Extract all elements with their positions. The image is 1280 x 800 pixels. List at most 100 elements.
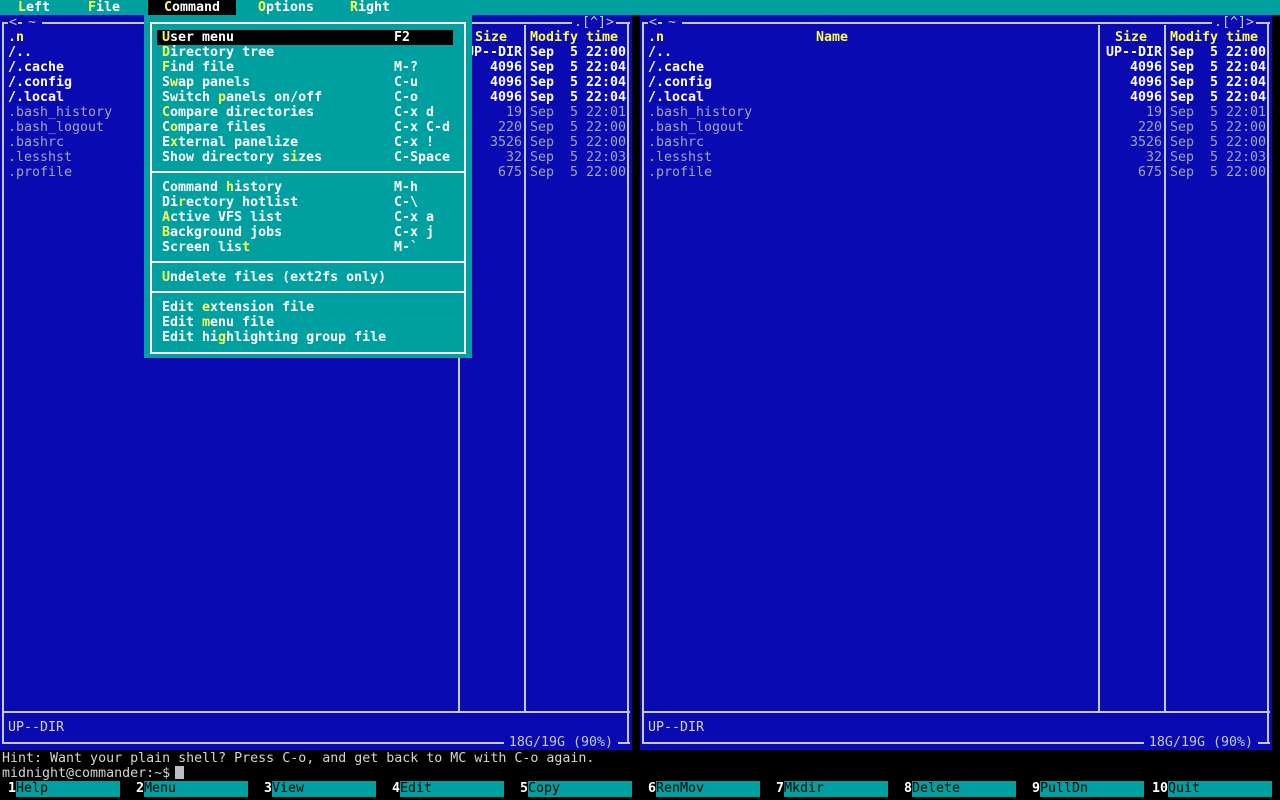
file-mtime: Sep 5 22:04 <box>1170 75 1266 90</box>
menu-item-directory-tree[interactable]: Directory tree <box>150 45 466 60</box>
hotkey-letter: w <box>170 75 178 90</box>
label-text: ternal panelize <box>178 135 298 150</box>
file-row[interactable]: /.cache4096Sep 5 22:04 <box>640 60 1272 75</box>
menubar-item-options[interactable]: Options <box>242 0 330 15</box>
column-header-mtime[interactable]: Modify time <box>1170 30 1258 45</box>
hotkey-letter: e <box>202 300 210 315</box>
menu-item-shortcut: C-o <box>394 90 418 105</box>
file-row[interactable]: .bash_history19Sep 5 22:01 <box>640 105 1272 120</box>
menu-item-show-directory-sizes[interactable]: Show directory sizesC-Space <box>150 150 466 165</box>
label-text: Show directory s <box>162 150 290 165</box>
file-name: /.. <box>648 45 672 60</box>
fkey-edit[interactable]: 4Edit <box>384 781 512 797</box>
hotkey-letter: O <box>258 0 266 15</box>
file-mtime: Sep 5 22:04 <box>530 75 626 90</box>
label-text: mpare files <box>178 120 266 135</box>
menu-item-command-history[interactable]: Command historyM-h <box>150 180 466 195</box>
file-row[interactable]: /..UP--DIRSep 5 22:00 <box>640 45 1272 60</box>
file-row[interactable]: .lesshst32Sep 5 22:03 <box>640 150 1272 165</box>
menu-item-label: Command history <box>162 180 282 195</box>
menu-item-screen-list[interactable]: Screen listM-` <box>150 240 466 255</box>
hotkey-letter: m <box>202 315 210 330</box>
column-header-size[interactable]: Size <box>1100 30 1162 45</box>
label-text: Command <box>162 180 226 195</box>
label-text: ompare directories <box>170 105 314 120</box>
panel-path: ~ <box>22 15 42 30</box>
menu-separator <box>150 255 466 270</box>
fkey-help[interactable]: 1Help <box>0 781 128 797</box>
free-space-label: 18G/19G (90%) <box>504 736 618 750</box>
menubar-item-file[interactable]: File <box>72 0 136 15</box>
menu-item-external-panelize[interactable]: External panelizeC-x ! <box>150 135 466 150</box>
label-text: zes <box>298 150 322 165</box>
file-size: 4096 <box>1100 75 1162 90</box>
file-mtime: Sep 5 22:00 <box>1170 165 1266 180</box>
menu-item-edit-highlighting-group-file[interactable]: Edit highlighting group file <box>150 330 466 345</box>
fkey-number: 5 <box>512 781 528 797</box>
fkey-delete[interactable]: 8Delete <box>896 781 1024 797</box>
menu-item-switch-panels-on-off[interactable]: Switch panels on/offC-o <box>150 90 466 105</box>
file-row[interactable]: .bashrc3526Sep 5 22:00 <box>640 135 1272 150</box>
shell-command-line[interactable]: midnight@commander:~$ <box>2 766 184 781</box>
menu-item-shortcut: C-x ! <box>394 135 434 150</box>
menubar-item-left[interactable]: Left <box>2 0 66 15</box>
cd-up-icon[interactable]: .[^]> <box>1212 15 1256 30</box>
file-row[interactable]: /.local4096Sep 5 22:04 <box>640 90 1272 105</box>
fkey-renmov[interactable]: 6RenMov <box>640 781 768 797</box>
menu-item-directory-hotlist[interactable]: Directory hotlistC-\ <box>150 195 466 210</box>
file-name: .bash_logout <box>8 120 104 135</box>
menu-item-compare-directories[interactable]: Compare directoriesC-x d <box>150 105 466 120</box>
file-name: .lesshst <box>648 150 712 165</box>
menu-item-edit-menu-file[interactable]: Edit menu file <box>150 315 466 330</box>
hotkey-letter: U <box>162 30 170 45</box>
menu-item-edit-extension-file[interactable]: Edit extension file <box>150 300 466 315</box>
fkey-copy[interactable]: 5Copy <box>512 781 640 797</box>
menu-bar: Left File Command Options Right <box>0 0 1280 15</box>
column-header-name[interactable]: Name <box>816 30 848 45</box>
fkey-view[interactable]: 3View <box>256 781 384 797</box>
menu-item-compare-files[interactable]: Compare filesC-x C-d <box>150 120 466 135</box>
menubar-item-command[interactable]: Command <box>148 0 236 15</box>
hotkey-letter: A <box>162 210 170 225</box>
cd-up-icon[interactable]: .[^]> <box>572 15 616 30</box>
file-row[interactable]: /.config 4096 Sep 5 22:04 <box>640 75 1272 90</box>
menu-item-label: Edit menu file <box>162 315 274 330</box>
file-size: 19 <box>1100 105 1162 120</box>
file-name: .bashrc <box>8 135 64 150</box>
menu-item-user-menu[interactable]: User menuF2 <box>150 30 466 45</box>
fkey-menu[interactable]: 2Menu <box>128 781 256 797</box>
menu-item-undelete-files-ext2fs-only[interactable]: Undelete files (ext2fs only) <box>150 270 466 285</box>
file-mtime: Sep 5 22:04 <box>530 90 626 105</box>
menu-item-swap-panels[interactable]: Swap panelsC-u <box>150 75 466 90</box>
hotkey-letter: U <box>162 270 170 285</box>
fkey-mkdir[interactable]: 7Mkdir <box>768 781 896 797</box>
file-mtime: Sep 5 22:04 <box>1170 90 1266 105</box>
file-size: UP--DIR <box>1100 45 1162 60</box>
file-name: .bash_logout <box>648 120 744 135</box>
file-mtime: Sep 5 22:04 <box>1170 60 1266 75</box>
file-row[interactable]: .profile675Sep 5 22:00 <box>640 165 1272 180</box>
label-text: ndelete files (ext2fs only) <box>170 270 386 285</box>
column-header-mtime[interactable]: Modify time <box>530 30 618 45</box>
mc-screen: LeftFileCommandOptionsRight < ~ .[^]> .n… <box>0 0 1280 800</box>
menubar-item-right[interactable]: Right <box>334 0 406 15</box>
file-name: .profile <box>648 165 712 180</box>
label-text: ight <box>358 0 390 15</box>
menu-item-find-file[interactable]: Find fileM-? <box>150 60 466 75</box>
menu-item-active-vfs-list[interactable]: Active VFS listC-x a <box>150 210 466 225</box>
hotkey-letter: D <box>162 45 170 60</box>
history-back-icon[interactable]: < <box>8 15 18 30</box>
file-row[interactable]: .bash_logout220Sep 5 22:00 <box>640 120 1272 135</box>
label-text: Edit hi <box>162 330 218 345</box>
history-back-icon[interactable]: < <box>648 15 658 30</box>
menu-separator <box>150 165 466 180</box>
file-name: /.cache <box>648 60 704 75</box>
menu-item-label: User menu <box>162 30 234 45</box>
fkey-label: View <box>272 781 376 797</box>
label-text: ptions <box>266 0 314 15</box>
menu-separator <box>150 285 466 300</box>
fkey-quit[interactable]: 10Quit <box>1152 781 1280 797</box>
file-name: /.config <box>648 75 712 90</box>
fkey-pulldn[interactable]: 9PullDn <box>1024 781 1152 797</box>
menu-item-background-jobs[interactable]: Background jobsC-x j <box>150 225 466 240</box>
